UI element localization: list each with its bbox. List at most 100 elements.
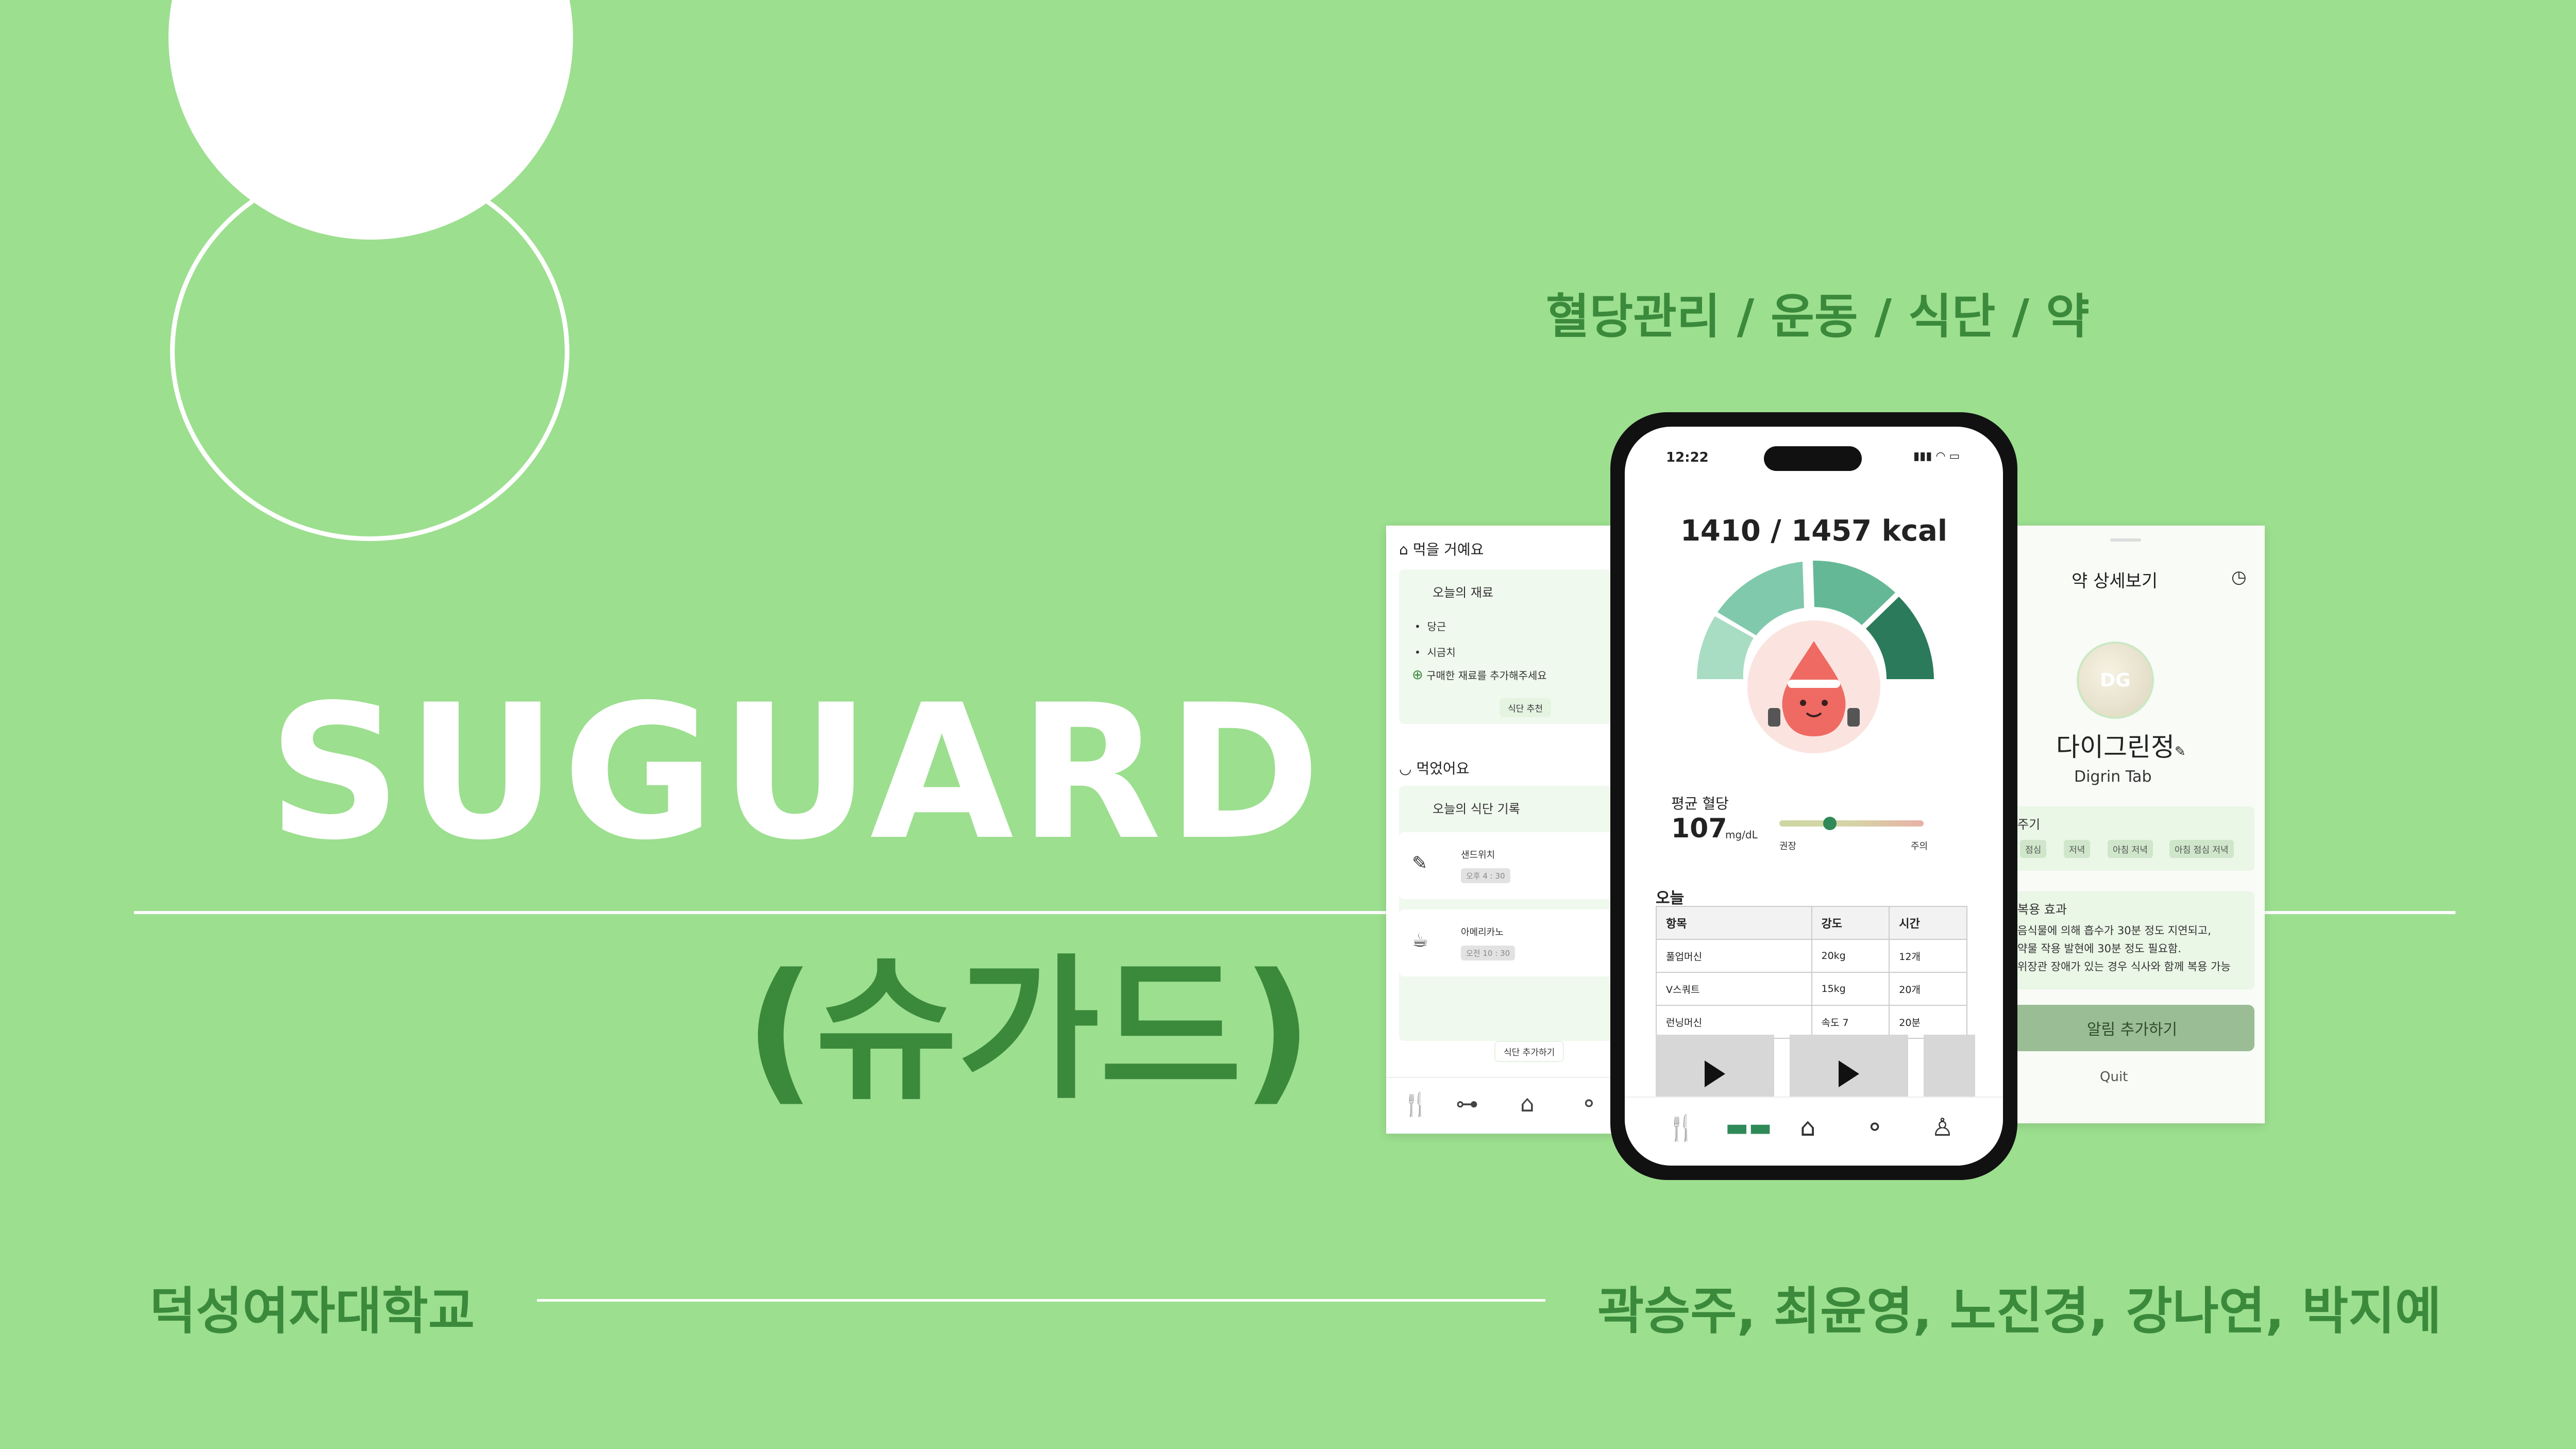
- table-cell: V스쿼트: [1656, 972, 1812, 1006]
- page-title: 약 상세보기: [2072, 571, 2158, 592]
- section-will-eat: ⌂ 먹을 거예요: [1399, 541, 1484, 558]
- effect-card: 복용 효과 음식물에 의해 흡수가 30분 정도 지연되고, 약물 작용 발현에…: [2010, 891, 2254, 989]
- exercise-video-thumbnail[interactable]: [1924, 1035, 1975, 1097]
- home-icon[interactable]: ⌂: [1800, 1113, 1815, 1142]
- footer-divider-line: [537, 1299, 1545, 1302]
- table-row[interactable]: V스쿼트 15kg 20개: [1656, 972, 1967, 1006]
- battery-icon: ▭: [1949, 450, 1960, 463]
- section-ate: ◡ 먹었어요: [1399, 760, 1470, 777]
- dumbbell-icon[interactable]: ⊶: [1456, 1091, 1478, 1117]
- bottom-nav: 🍴 ▬▬ ⌂ ⚬ ♙: [1625, 1097, 2003, 1166]
- meal-time: 오전 10 : 30: [1461, 946, 1516, 961]
- table-header: 강도: [1811, 906, 1890, 940]
- home-icon[interactable]: ⌂: [1520, 1091, 1535, 1117]
- ingredients-card: 오늘의 재료 • 당근 • 시금치 ⊕ 구매한 재료를 추가해주세요 식단 추천: [1399, 569, 1613, 724]
- meal-log-card: 오늘의 식단 기록 ✎ 샌드위치 오후 4 : 30 ☕ 아메리카노 오전 10…: [1399, 786, 1613, 1041]
- table-cell: 20개: [1889, 972, 1967, 1006]
- bottom-nav: 🍴 ⊶ ⌂ ⚬: [1386, 1077, 1613, 1134]
- app-subtitle: (슈가드): [745, 940, 1313, 1120]
- add-meal-button[interactable]: 식단 추가하기: [1494, 1041, 1564, 1062]
- range-low-label: 권장: [1779, 841, 1797, 852]
- bowl-icon: ⌂: [1399, 541, 1413, 558]
- table-cell: 15kg: [1811, 972, 1890, 1006]
- ingredient-item: • 당근: [1415, 620, 1446, 633]
- range-high-label: 주의: [1911, 841, 1928, 852]
- clock-icon[interactable]: ◷: [2231, 567, 2247, 587]
- sheet-handle: [2110, 538, 2141, 542]
- dumbbell-icon[interactable]: ▬▬: [1725, 1113, 1772, 1142]
- cycle-label: 주기: [2017, 817, 2041, 832]
- phone-frame: 12:22 ▮▮▮ ◠ ▭ 1410 / 1457 kcal 평균 혈당 107…: [1610, 412, 2017, 1180]
- play-icon: [1705, 1060, 1725, 1087]
- blood-sugar-indicator: [1823, 817, 1837, 830]
- blood-sugar-range-bar: [1779, 820, 1924, 827]
- note-icon: ✎: [1412, 853, 1428, 874]
- table-row[interactable]: 풀업머신 20kg 12개: [1656, 939, 1967, 973]
- ingredients-title: 오늘의 재료: [1433, 585, 1494, 600]
- meal-time: 오후 4 : 30: [1461, 868, 1510, 883]
- recommend-meal-button[interactable]: 식단 추천: [1500, 698, 1551, 717]
- play-icon: [1839, 1060, 1859, 1087]
- exercise-table: 항목 강도 시간 풀업머신 20kg 12개 V스쿼트 15kg 20개 런닝머…: [1656, 906, 1967, 1039]
- cycle-chip[interactable]: 저녁: [2064, 840, 2091, 858]
- table-cell: 20분: [1889, 1005, 1967, 1039]
- signal-icon: ▮▮▮: [1913, 450, 1932, 463]
- person-icon[interactable]: ♙: [1931, 1113, 1954, 1142]
- exercise-screen: 12:22 ▮▮▮ ◠ ▭ 1410 / 1457 kcal 평균 혈당 107…: [1625, 427, 2003, 1166]
- bowl-icon: ◡: [1399, 760, 1417, 777]
- table-header: 항목: [1656, 906, 1812, 940]
- coffee-icon: ☕: [1412, 930, 1429, 951]
- ingredient-item: • 시금치: [1415, 646, 1456, 659]
- meal-screen: ⌂ 먹을 거예요 오늘의 재료 • 당근 • 시금치 ⊕ 구매한 재료를 추가해…: [1386, 526, 1613, 1134]
- avg-blood-sugar-value: 107: [1671, 813, 1727, 844]
- cycle-chip[interactable]: 아침 점심 저녁: [2169, 840, 2234, 858]
- fork-knife-icon[interactable]: 🍴: [1402, 1091, 1430, 1118]
- table-cell: 20kg: [1811, 939, 1890, 973]
- avg-blood-sugar-label: 평균 혈당: [1671, 795, 1729, 812]
- pill-icon[interactable]: ⚬: [1864, 1113, 1885, 1142]
- university-name: 덕성여자대학교: [149, 1282, 475, 1341]
- cycle-chip[interactable]: 점심: [2020, 840, 2047, 858]
- status-icons: ▮▮▮ ◠ ▭: [1913, 450, 1960, 463]
- quit-button[interactable]: Quit: [2100, 1069, 2128, 1085]
- cycle-card: 주기 점심 저녁 아침 저녁 아침 점심 저녁: [2010, 806, 2254, 871]
- meal-item[interactable]: ✎ 샌드위치 오후 4 : 30: [1399, 832, 1613, 899]
- avg-blood-sugar-unit: mg/dL: [1725, 829, 1758, 841]
- today-label: 오늘: [1656, 889, 1685, 907]
- app-title: SUGUARD: [268, 665, 1326, 881]
- effect-text: 음식물에 의해 흡수가 30분 정도 지연되고,: [2017, 924, 2211, 937]
- table-row[interactable]: 런닝머신 속도 7 20분: [1656, 1005, 1967, 1039]
- dynamic-island: [1764, 446, 1862, 471]
- fork-knife-icon[interactable]: 🍴: [1666, 1113, 1697, 1142]
- status-time: 12:22: [1666, 450, 1709, 465]
- table-cell: 속도 7: [1811, 1005, 1890, 1039]
- medicine-english-name: Digrin Tab: [2074, 768, 2152, 786]
- exercise-video-thumbnail[interactable]: [1790, 1035, 1908, 1097]
- effect-text: 위장관 장애가 있는 경우 식사와 함께 복용 가능: [2017, 961, 2231, 973]
- table-cell: 12개: [1889, 939, 1967, 973]
- tagline: 혈당관리 / 운동 / 식단 / 약: [1546, 289, 2090, 344]
- medicine-name: 다이그린정✎: [2056, 732, 2186, 762]
- wifi-icon: ◠: [1935, 450, 1946, 463]
- meal-log-title: 오늘의 식단 기록: [1433, 802, 1520, 816]
- mascot-image: [1744, 617, 1883, 756]
- table-cell: 풀업머신: [1656, 939, 1812, 973]
- meal-name: 샌드위치: [1461, 850, 1495, 861]
- meal-name: 아메리카노: [1461, 927, 1504, 938]
- plus-circle-icon: ⊕: [1412, 667, 1423, 683]
- table-header-row: 항목 강도 시간: [1656, 906, 1967, 940]
- pill-icon[interactable]: ⚬: [1579, 1091, 1598, 1117]
- add-ingredient-link[interactable]: ⊕ 구매한 재료를 추가해주세요: [1412, 667, 1547, 683]
- edit-icon[interactable]: ✎: [2175, 744, 2186, 760]
- exercise-video-thumbnail[interactable]: [1656, 1035, 1774, 1097]
- medicine-detail-screen: 약 상세보기 ◷ DG 다이그린정✎ Digrin Tab 주기 점심 저녁 아…: [2010, 526, 2265, 1123]
- cycle-chip[interactable]: 아침 저녁: [2108, 840, 2153, 858]
- team-members: 곽승주, 최윤영, 노진경, 강나연, 박지예: [1597, 1282, 2442, 1341]
- meal-item[interactable]: ☕ 아메리카노 오전 10 : 30: [1399, 909, 1613, 976]
- effect-text: 약물 작용 발현에 30분 정도 필요함.: [2017, 942, 2181, 955]
- calorie-summary: 1410 / 1457 kcal: [1680, 514, 1948, 548]
- table-header: 시간: [1889, 906, 1967, 940]
- add-alarm-button[interactable]: 알림 추가하기: [2010, 1005, 2254, 1051]
- table-cell: 런닝머신: [1656, 1005, 1812, 1039]
- decorative-circle-outline: [170, 162, 569, 541]
